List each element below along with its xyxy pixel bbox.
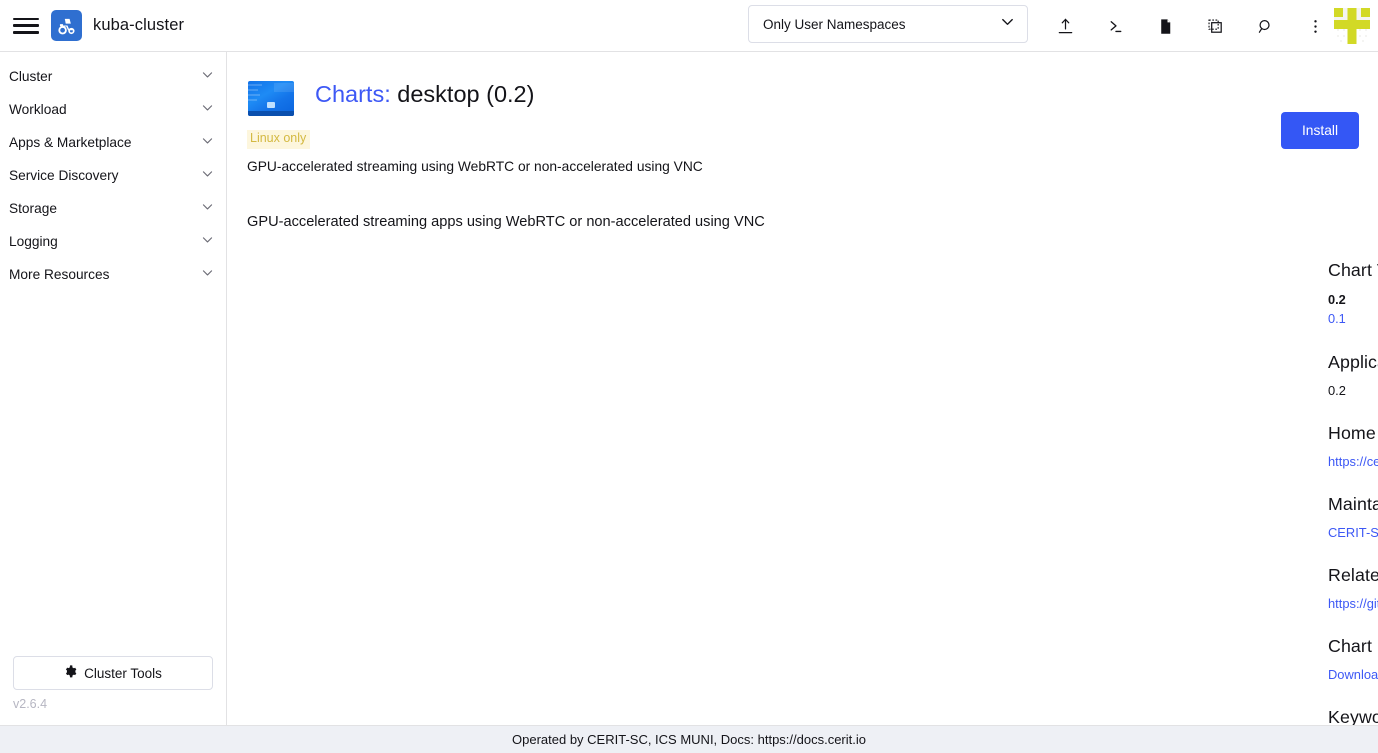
copy-kubeconfig-icon[interactable] [1190, 0, 1240, 52]
chart-versions-heading: Chart Versions [1328, 260, 1378, 281]
footer-bar: Operated by CERIT-SC, ICS MUNI, Docs: ht… [0, 725, 1378, 753]
cluster-tractor-icon [51, 10, 82, 41]
chart-detail-panel: Charts: desktop (0.2) Linux only GPU-acc… [227, 52, 1378, 725]
maintainers-block: Maintainers CERIT-SC [1328, 494, 1378, 541]
gear-icon [64, 665, 77, 681]
chart-readme-text: GPU-accelerated streaming apps using Web… [247, 214, 1358, 230]
status-badge-linux-only: Linux only [247, 130, 310, 149]
docs-icon[interactable] [1140, 0, 1190, 52]
search-icon[interactable] [1240, 0, 1290, 52]
home-heading: Home [1328, 423, 1378, 444]
kubectl-shell-icon[interactable] [1090, 0, 1140, 52]
page-title: Charts: desktop (0.2) [315, 72, 534, 108]
sidebar-item-label: Apps & Marketplace [9, 135, 132, 150]
chevron-down-icon [201, 266, 214, 284]
desktop-wallpaper-icon [248, 81, 294, 116]
maintainer-link[interactable]: CERIT-SC [1328, 524, 1378, 541]
maintainers-heading: Maintainers [1328, 494, 1378, 515]
footer-text: Operated by CERIT-SC, ICS MUNI, Docs: ht… [512, 732, 866, 747]
sidebar-spacer [0, 291, 226, 656]
namespace-filter-dropdown[interactable]: Only User Namespaces [748, 5, 1028, 43]
chevron-down-icon [1000, 14, 1015, 34]
chart-version-value: 0.2 [1328, 290, 1346, 309]
table-row: 0.2 Wed, Aug 3 2022 [1328, 290, 1378, 309]
chart-header: Charts: desktop (0.2) [247, 72, 1358, 116]
chart-block: Chart Download [1328, 636, 1378, 683]
application-version-value: 0.2 [1328, 382, 1378, 399]
keywords-block: Keywords Remote desktop, Webrtc, 3D Acce… [1328, 707, 1378, 725]
sidebar-item-cluster[interactable]: Cluster [0, 60, 226, 93]
chevron-down-icon [201, 101, 214, 119]
import-yaml-icon[interactable] [1040, 0, 1090, 52]
sidebar-item-label: Logging [9, 234, 58, 249]
sidebar-item-apps-marketplace[interactable]: Apps & Marketplace [0, 126, 226, 159]
top-header: kuba-cluster Only User Namespaces [0, 0, 1378, 52]
namespace-filter-value: Only User Namespaces [763, 17, 906, 32]
cluster-name-label: kuba-cluster [93, 16, 184, 35]
home-block: Home https://cerit.io [1328, 423, 1378, 470]
application-version-block: Application Version 0.2 [1328, 352, 1378, 399]
chart-subtitle: GPU-accelerated streaming using WebRTC o… [247, 159, 1358, 174]
chevron-down-icon [201, 233, 214, 251]
user-avatar[interactable] [1334, 8, 1370, 44]
breadcrumb-charts-link[interactable]: Charts: [315, 81, 391, 107]
chevron-down-icon [201, 200, 214, 218]
cluster-tools-label: Cluster Tools [84, 666, 162, 681]
chevron-down-icon [201, 167, 214, 185]
sidebar-item-storage[interactable]: Storage [0, 192, 226, 225]
rancher-version-label: v2.6.4 [0, 697, 226, 725]
header-icon-bar [1040, 0, 1340, 52]
chart-title-text: desktop (0.2) [397, 81, 534, 107]
cluster-tools-button[interactable]: Cluster Tools [13, 656, 213, 690]
sidebar-item-label: Workload [9, 102, 67, 117]
chevron-down-icon [201, 134, 214, 152]
sidebar-item-label: Cluster [9, 69, 52, 84]
sidebar-item-service-discovery[interactable]: Service Discovery [0, 159, 226, 192]
chevron-down-icon [201, 68, 214, 86]
chart-heading: Chart [1328, 636, 1378, 657]
sidebar-item-workload[interactable]: Workload [0, 93, 226, 126]
install-button[interactable]: Install [1281, 112, 1359, 149]
sidebar-item-label: Storage [9, 201, 57, 216]
related-heading: Related [1328, 565, 1378, 586]
kebab-menu-icon[interactable] [1290, 0, 1340, 52]
left-sidebar: Cluster Workload Apps & Marketplace [0, 52, 227, 725]
table-row: 0.1 Wed, Aug 3 2022 [1328, 309, 1378, 328]
related-link[interactable]: https://github.com/CERIT-SC/rancher-apps [1328, 595, 1378, 612]
home-link[interactable]: https://cerit.io [1328, 453, 1378, 470]
related-block: Related https://github.com/CERIT-SC/ranc… [1328, 565, 1378, 612]
chart-details-column: Chart Versions 0.2 Wed, Aug 3 2022 0.1 W… [1328, 260, 1378, 725]
chart-versions-block: Chart Versions 0.2 Wed, Aug 3 2022 0.1 W… [1328, 260, 1378, 328]
chart-version-link[interactable]: 0.1 [1328, 309, 1346, 328]
app-body: Cluster Workload Apps & Marketplace [0, 52, 1378, 725]
keywords-heading: Keywords [1328, 707, 1378, 725]
sidebar-item-label: More Resources [9, 267, 109, 282]
sidebar-item-more-resources[interactable]: More Resources [0, 258, 226, 291]
rancher-app-window: kuba-cluster Only User Namespaces [0, 0, 1378, 753]
sidebar-item-logging[interactable]: Logging [0, 225, 226, 258]
hamburger-menu-icon[interactable] [13, 16, 39, 36]
sidebar-nav-list: Cluster Workload Apps & Marketplace [0, 52, 226, 291]
application-version-heading: Application Version [1328, 352, 1378, 373]
sidebar-item-label: Service Discovery [9, 168, 119, 183]
main-content: Charts: desktop (0.2) Linux only GPU-acc… [227, 52, 1378, 725]
chart-download-link[interactable]: Download [1328, 666, 1378, 683]
